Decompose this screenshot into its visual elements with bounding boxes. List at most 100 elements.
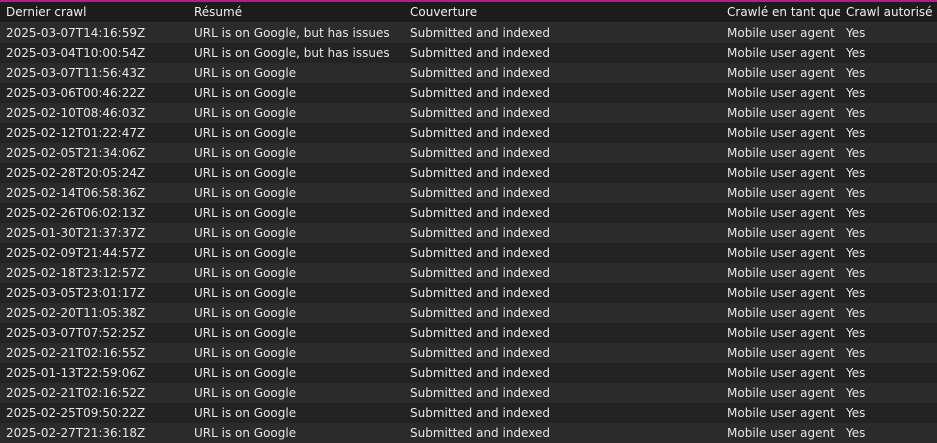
summary-cell: URL is on Google <box>194 346 297 360</box>
table-row[interactable]: 2025-02-14T06:58:36Z URL is on Google Subm… <box>0 183 937 203</box>
coverage-cell: Submitted and indexed <box>410 406 550 420</box>
summary-cell: URL is on Google <box>194 326 297 340</box>
crawl-allowed-cell: Yes <box>846 286 866 300</box>
summary-cell: URL is on Google <box>194 226 297 240</box>
column-header-coverage[interactable]: Couverture <box>404 2 721 22</box>
table-row[interactable]: 2025-02-20T11:05:38Z URL is on Google Subm… <box>0 303 937 323</box>
column-header-summary[interactable]: Résumé <box>188 2 404 22</box>
coverage-cell: Submitted and indexed <box>410 126 550 140</box>
table-row[interactable]: 2025-03-06T00:46:22Z URL is on Google Subm… <box>0 83 937 103</box>
crawl-allowed-cell: Yes <box>846 366 866 380</box>
last-crawl-cell: 2025-02-14T06:58:36Z <box>6 186 146 200</box>
summary-cell: URL is on Google <box>194 366 297 380</box>
crawl-allowed-cell: Yes <box>846 306 866 320</box>
column-header-last-crawl[interactable]: Dernier crawl <box>0 2 188 22</box>
table-row[interactable]: 2025-02-18T23:12:57Z URL is on Google Subm… <box>0 263 937 283</box>
column-header-crawl-allowed[interactable]: Crawl autorisé <box>840 2 937 22</box>
last-crawl-cell: 2025-03-05T23:01:17Z <box>6 286 146 300</box>
coverage-cell: Submitted and indexed <box>410 286 550 300</box>
coverage-cell: Submitted and indexed <box>410 26 550 40</box>
last-crawl-cell: 2025-02-12T01:22:47Z <box>6 126 146 140</box>
crawl-allowed-cell: Yes <box>846 206 866 220</box>
last-crawl-cell: 2025-02-10T08:46:03Z <box>6 106 146 120</box>
crawl-allowed-cell: Yes <box>846 86 866 100</box>
last-crawl-cell: 2025-02-21T02:16:55Z <box>6 346 146 360</box>
crawl-allowed-cell: Yes <box>846 246 866 260</box>
table-row[interactable]: 2025-03-07T07:52:25Z URL is on Google Subm… <box>0 323 937 343</box>
table-row[interactable]: 2025-03-04T10:00:54Z URL is on Google, bu… <box>0 43 937 63</box>
table-row[interactable]: 2025-03-07T11:56:43Z URL is on Google Subm… <box>0 63 937 83</box>
crawled-as-cell: Mobile user agent <box>727 266 835 280</box>
last-crawl-cell: 2025-02-21T02:16:52Z <box>6 386 146 400</box>
table-row[interactable]: 2025-03-07T14:16:59Z URL is on Google, bu… <box>0 23 937 43</box>
coverage-cell: Submitted and indexed <box>410 146 550 160</box>
table-row[interactable]: 2025-03-05T23:01:17Z URL is on Google Subm… <box>0 283 937 303</box>
summary-cell: URL is on Google <box>194 426 297 440</box>
last-crawl-cell: 2025-03-06T00:46:22Z <box>6 86 146 100</box>
table-row[interactable]: 2025-02-09T21:44:57Z URL is on Google Subm… <box>0 243 937 263</box>
summary-cell: URL is on Google <box>194 406 297 420</box>
last-crawl-cell: 2025-02-27T21:36:18Z <box>6 426 146 440</box>
crawl-allowed-cell: Yes <box>846 346 866 360</box>
crawl-allowed-cell: Yes <box>846 386 866 400</box>
summary-cell: URL is on Google <box>194 126 297 140</box>
crawl-allowed-cell: Yes <box>846 146 866 160</box>
crawled-as-cell: Mobile user agent <box>727 406 835 420</box>
crawled-as-cell: Mobile user agent <box>727 66 835 80</box>
crawl-allowed-cell: Yes <box>846 66 866 80</box>
last-crawl-cell: 2025-03-07T11:56:43Z <box>6 66 146 80</box>
crawled-as-cell: Mobile user agent <box>727 426 835 440</box>
table-row[interactable]: 2025-02-05T21:34:06Z URL is on Google Subm… <box>0 143 937 163</box>
table-row[interactable]: 2025-01-30T21:37:37Z URL is on Google Subm… <box>0 223 937 243</box>
crawl-allowed-cell: Yes <box>846 186 866 200</box>
coverage-cell: Submitted and indexed <box>410 386 550 400</box>
crawled-as-cell: Mobile user agent <box>727 46 835 60</box>
crawl-allowed-cell: Yes <box>846 166 866 180</box>
summary-cell: URL is on Google <box>194 66 297 80</box>
summary-cell: URL is on Google <box>194 286 297 300</box>
crawled-as-cell: Mobile user agent <box>727 106 835 120</box>
crawled-as-cell: Mobile user agent <box>727 146 835 160</box>
summary-cell: URL is on Google, but has issues <box>194 46 390 60</box>
crawled-as-cell: Mobile user agent <box>727 286 835 300</box>
coverage-cell: Submitted and indexed <box>410 326 550 340</box>
last-crawl-cell: 2025-03-07T07:52:25Z <box>6 326 146 340</box>
summary-cell: URL is on Google <box>194 166 297 180</box>
crawled-as-cell: Mobile user agent <box>727 126 835 140</box>
last-crawl-cell: 2025-03-04T10:00:54Z <box>6 46 146 60</box>
crawl-allowed-cell: Yes <box>846 26 866 40</box>
crawl-allowed-cell: Yes <box>846 106 866 120</box>
coverage-cell: Submitted and indexed <box>410 86 550 100</box>
crawl-allowed-cell: Yes <box>846 126 866 140</box>
table-row[interactable]: 2025-02-21T02:16:55Z URL is on Google Subm… <box>0 343 937 363</box>
table-row[interactable]: 2025-02-25T09:50:22Z URL is on Google Subm… <box>0 403 937 423</box>
coverage-cell: Submitted and indexed <box>410 346 550 360</box>
coverage-cell: Submitted and indexed <box>410 366 550 380</box>
coverage-cell: Submitted and indexed <box>410 186 550 200</box>
summary-cell: URL is on Google <box>194 266 297 280</box>
coverage-cell: Submitted and indexed <box>410 246 550 260</box>
last-crawl-cell: 2025-03-07T14:16:59Z <box>6 26 146 40</box>
summary-cell: URL is on Google <box>194 146 297 160</box>
last-crawl-cell: 2025-02-26T06:02:13Z <box>6 206 146 220</box>
crawled-as-cell: Mobile user agent <box>727 26 835 40</box>
coverage-cell: Submitted and indexed <box>410 206 550 220</box>
crawled-as-cell: Mobile user agent <box>727 246 835 260</box>
last-crawl-cell: 2025-02-28T20:05:24Z <box>6 166 146 180</box>
table-row[interactable]: 2025-02-12T01:22:47Z URL is on Google Subm… <box>0 123 937 143</box>
table-row[interactable]: 2025-02-21T02:16:52Z URL is on Google Subm… <box>0 383 937 403</box>
last-crawl-cell: 2025-02-18T23:12:57Z <box>6 266 146 280</box>
crawled-as-cell: Mobile user agent <box>727 226 835 240</box>
table-row[interactable]: 2025-02-27T21:36:18Z URL is on Google Subm… <box>0 423 937 443</box>
table-row[interactable]: 2025-02-26T06:02:13Z URL is on Google Subm… <box>0 203 937 223</box>
crawled-as-cell: Mobile user agent <box>727 186 835 200</box>
crawl-allowed-cell: Yes <box>846 326 866 340</box>
table-row[interactable]: 2025-02-10T08:46:03Z URL is on Google Subm… <box>0 103 937 123</box>
table-row[interactable]: 2025-01-13T22:59:06Z URL is on Google Subm… <box>0 363 937 383</box>
coverage-cell: Submitted and indexed <box>410 66 550 80</box>
results-table: Dernier crawl Résumé Couverture Crawlé e… <box>0 2 937 443</box>
coverage-cell: Submitted and indexed <box>410 266 550 280</box>
coverage-cell: Submitted and indexed <box>410 106 550 120</box>
column-header-crawled-as[interactable]: Crawlé en tant que <box>721 2 840 22</box>
table-row[interactable]: 2025-02-28T20:05:24Z URL is on Google Subm… <box>0 163 937 183</box>
